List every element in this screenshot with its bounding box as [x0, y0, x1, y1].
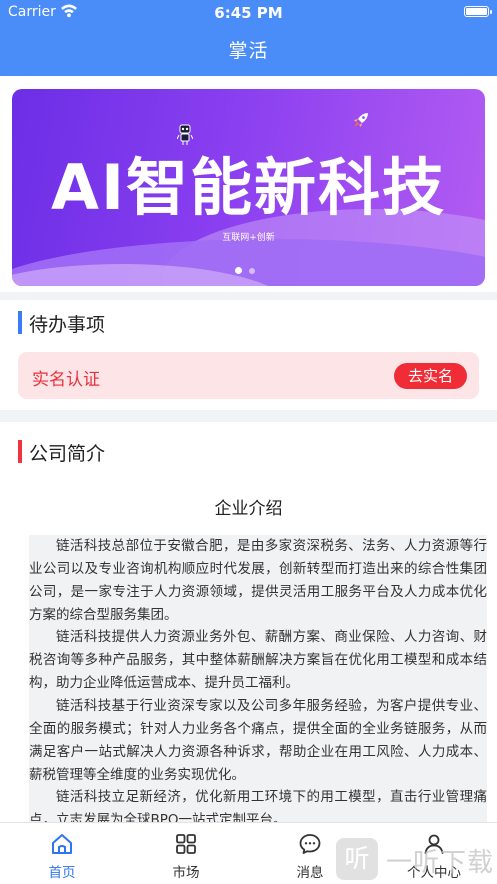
tab-market[interactable]: 市场: [124, 823, 248, 884]
carousel-dot[interactable]: [249, 268, 255, 274]
carousel-dot-active[interactable]: [235, 267, 242, 274]
company-title: 公司简介: [29, 443, 106, 465]
todo-item-label: 实名认证: [32, 370, 100, 390]
banner-section: AI智能新科技 互联网+创新: [0, 76, 497, 292]
section-accent-bar: [18, 311, 22, 334]
message-icon: [299, 834, 321, 854]
clock: 6:45 PM: [214, 4, 283, 22]
banner-carousel[interactable]: AI智能新科技 互联网+创新: [12, 89, 485, 286]
todo-section: 待办事项 实名认证 去实名: [0, 300, 497, 410]
section-accent-bar: [18, 440, 22, 463]
company-section: 公司简介 企业介绍 链活科技总部位于安徽合肥，是由多家资深税务、法务、人力资源等…: [0, 422, 497, 822]
intro-heading: 企业介绍: [214, 499, 283, 519]
banner-subtitle: 互联网+创新: [222, 233, 275, 243]
tab-label: 首页: [48, 865, 76, 881]
grid-icon: [176, 834, 196, 854]
tab-home[interactable]: 首页: [0, 823, 124, 884]
battery-icon: [464, 6, 492, 17]
rocket-icon: [354, 113, 368, 127]
intro-paragraph: 链活科技基于行业资深专家以及公司多年服务经验，为客户提供专业、全面的服务模式；针…: [29, 695, 487, 787]
intro-paragraph: 链活科技提供人力资源业务外包、薪酬方案、商业保险、人力咨询、财税咨询等多种产品服…: [29, 626, 487, 695]
todo-item-realname[interactable]: 实名认证 去实名: [18, 352, 479, 399]
watermark-logo: 听: [336, 838, 378, 880]
home-icon: [52, 834, 72, 854]
app-header: Carrier 6:45 PM 掌活: [0, 0, 497, 76]
tab-label: 市场: [172, 865, 200, 881]
verify-identity-button[interactable]: 去实名: [394, 363, 467, 389]
intro-paragraph: 链活科技总部位于安徽合肥，是由多家资深税务、法务、人力资源等行业公司以及专业咨询…: [29, 535, 487, 627]
todo-title: 待办事项: [29, 314, 106, 336]
watermark-text: 一听下载: [386, 848, 495, 878]
watermark: 听 一听下载: [336, 838, 497, 882]
page-title: 掌活: [228, 40, 269, 62]
status-bar: Carrier 6:45 PM: [0, 0, 497, 26]
banner-headline: AI智能新科技: [50, 151, 447, 224]
intro-paragraph: 链活科技立足新经济，优化新用工环境下的用工模型，直击行业管理痛点，立志发展为全球…: [29, 786, 487, 822]
